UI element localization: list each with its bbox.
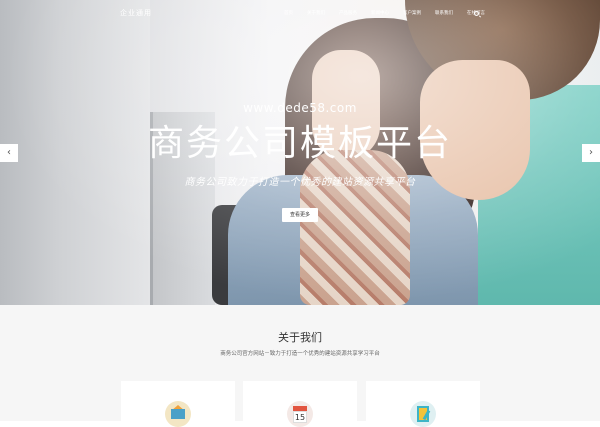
chevron-right-icon: › [589,147,593,158]
nav-item-products[interactable]: 产品服务 [339,11,357,17]
about-title: 关于我们 [278,331,322,344]
chevron-left-icon: ‹ [7,147,11,158]
nav-item-news[interactable]: 新闻中心 [371,11,389,17]
slider-prev-button[interactable]: ‹ [0,144,18,162]
search-icon[interactable] [474,11,479,16]
calendar-day: 15 [293,411,307,423]
mail-icon [165,401,191,427]
nav-menu: 首页 关于我们 产品服务 新闻中心 客户案例 联系我们 在线留言 [284,11,499,17]
feature-card-1[interactable] [121,381,235,427]
hero-url: www.dede58.com [243,101,357,115]
nav-item-cases[interactable]: 客户案例 [403,11,421,17]
view-more-button[interactable]: 查看更多 [282,208,318,222]
about-section: 关于我们 商务公司官方网站－致力于打造一个优秀的建站资源共享学习平台 15 [0,305,600,427]
nav-item-about[interactable]: 关于我们 [307,11,325,17]
feature-card-3[interactable] [366,381,480,427]
nav-item-contact[interactable]: 联系我们 [435,11,453,17]
site-logo[interactable]: 企业通用 [120,8,152,18]
slider-next-button[interactable]: › [582,144,600,162]
feature-card-2[interactable]: 15 [243,381,357,427]
note-icon [410,401,436,427]
hero-title: 商务公司模板平台 [147,123,452,164]
about-description: 商务公司官方网站－致力于打造一个优秀的建站资源共享学习平台 [220,351,380,357]
hero-subtitle: 商务公司致力于打造一个优秀的建站资源共享平台 [184,177,416,188]
nav-item-home[interactable]: 首页 [284,11,293,17]
top-nav: 企业通用 首页 关于我们 产品服务 新闻中心 客户案例 联系我们 在线留言 [0,0,600,28]
calendar-icon: 15 [287,401,313,427]
